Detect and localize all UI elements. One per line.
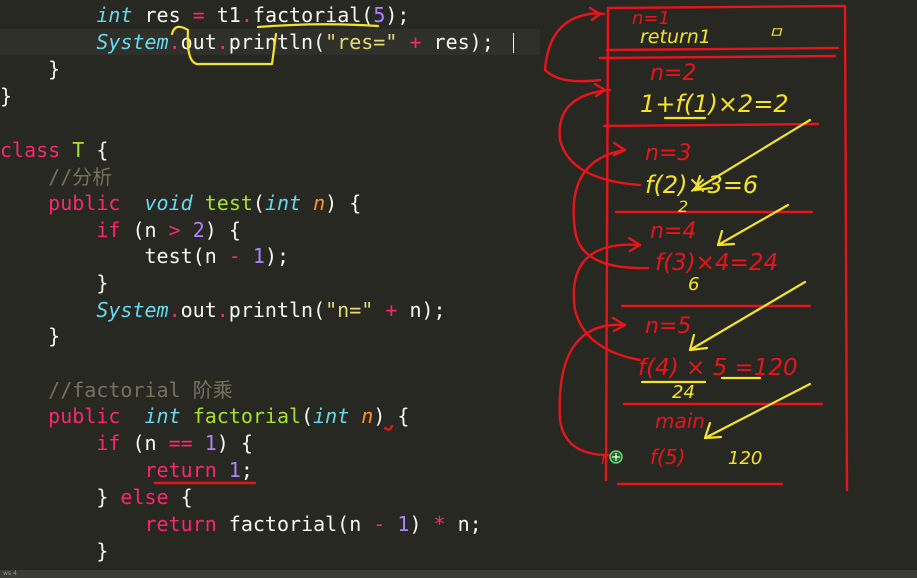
- pen-cursor-icon: r: [601, 449, 623, 468]
- frame2-n-label: n=2: [650, 61, 696, 86]
- status-bar: ws 4: [0, 570, 917, 578]
- frame3-sub-value: 2: [678, 197, 688, 216]
- handwritten-annotations: n=1 return1 ㅁ n=2 1+f(1)×2=2 n=3 f(2)×3=…: [153, 4, 849, 492]
- frame5-n-label: n=5: [645, 314, 691, 339]
- svg-text:r: r: [601, 449, 609, 468]
- frame6-main-label: main: [655, 409, 705, 433]
- frame3-expression: f(2)×3=6: [645, 171, 758, 199]
- frame3-n-label: n=3: [645, 141, 691, 166]
- frame4-sub-value: 6: [688, 274, 699, 295]
- frame5-sub-value: 24: [672, 382, 695, 403]
- frame6-expression: f(5): [650, 445, 685, 469]
- frame1-return-label: return1: [640, 26, 711, 48]
- frame4-n-label: n=4: [650, 219, 696, 244]
- frame6-result: 120: [728, 448, 762, 469]
- frame5-expression: f(4) × 5 =120: [638, 355, 798, 381]
- frame2-expression: 1+f(1)×2=2: [640, 90, 789, 118]
- frame1-mark: ㅁ: [768, 23, 783, 42]
- status-text: ws 4: [3, 570, 17, 577]
- frame4-expression: f(3)×4=24: [655, 250, 778, 276]
